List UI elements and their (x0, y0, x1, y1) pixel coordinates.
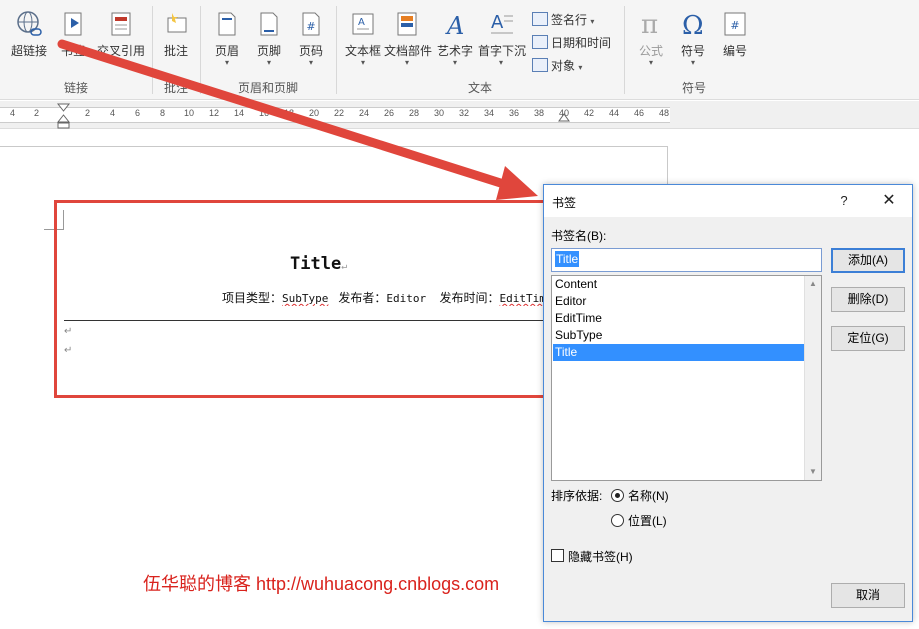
close-button[interactable]: ✕ (874, 189, 904, 213)
add-button[interactable]: 添加(A) (831, 248, 905, 273)
hidden-bookmarks-label[interactable]: 隐藏书签(H) (568, 548, 633, 565)
cancel-button[interactable]: 取消 (831, 583, 905, 608)
list-item-selected[interactable]: Title (553, 344, 804, 361)
sort-by-name-label[interactable]: 名称(N) (628, 487, 669, 504)
blog-watermark: 伍华聪的博客 http://wuhuacong.cnblogs.com (143, 574, 500, 594)
list-item[interactable]: Editor (553, 293, 804, 310)
sort-by-name-radio[interactable] (611, 489, 624, 502)
list-item[interactable]: SubType (553, 327, 804, 344)
list-scrollbar[interactable]: ▲ ▼ (804, 276, 821, 480)
goto-button[interactable]: 定位(G) (831, 326, 905, 351)
dialog-titlebar[interactable]: 书签 ? ✕ (544, 185, 912, 217)
delete-button[interactable]: 删除(D) (831, 287, 905, 312)
list-item[interactable]: EditTime (553, 310, 804, 327)
bookmark-name-input[interactable]: Title (551, 248, 822, 272)
list-item[interactable]: Content (553, 276, 804, 293)
bookmark-list[interactable]: Content Editor EditTime SubType Title ▲ … (551, 275, 822, 481)
bookmark-dialog: 书签 ? ✕ 书签名(B): Title Content Editor Edit… (543, 184, 913, 622)
sort-by-location-radio[interactable] (611, 514, 624, 527)
scroll-down-icon[interactable]: ▼ (805, 464, 821, 480)
help-button[interactable]: ? (832, 189, 856, 213)
bookmark-name-value: Title (555, 251, 580, 267)
scroll-up-icon[interactable]: ▲ (805, 276, 821, 292)
sort-by-location-label[interactable]: 位置(L) (628, 512, 667, 529)
dialog-title: 书签 (552, 196, 577, 210)
bookmark-name-label: 书签名(B): (551, 229, 607, 243)
hidden-bookmarks-checkbox[interactable] (551, 549, 564, 562)
sort-by-label: 排序依据: (551, 489, 603, 503)
